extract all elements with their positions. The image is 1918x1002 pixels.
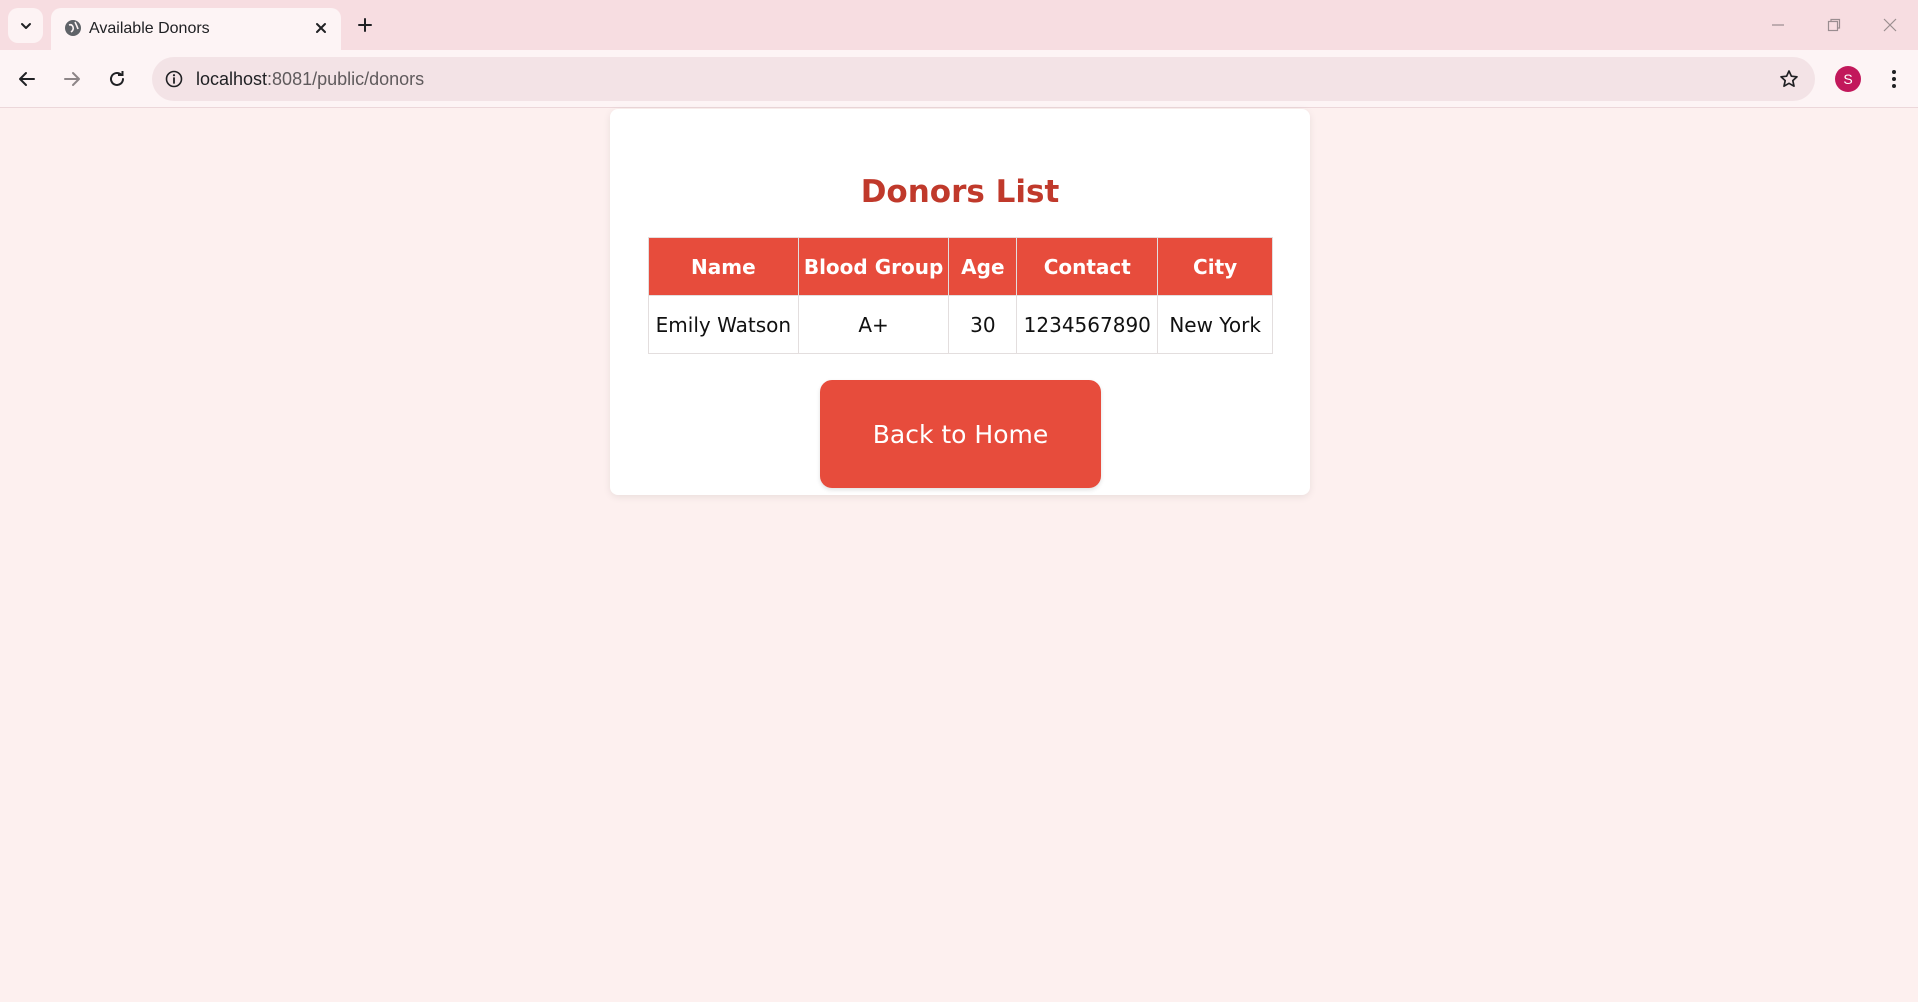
url-text[interactable]: localhost:8081/public/donors bbox=[196, 67, 424, 91]
address-bar[interactable]: localhost:8081/public/donors bbox=[152, 57, 1815, 101]
window-close-icon bbox=[1883, 18, 1897, 32]
url-host: localhost bbox=[196, 69, 268, 89]
page-viewport: Donors List Name Blood Group Age Contact… bbox=[0, 109, 1918, 1002]
back-to-home-button[interactable]: Back to Home bbox=[820, 380, 1101, 488]
restore-icon bbox=[1827, 18, 1841, 32]
window-close-button[interactable] bbox=[1870, 10, 1910, 40]
bookmark-button[interactable] bbox=[1777, 67, 1801, 91]
minimize-button[interactable] bbox=[1758, 10, 1798, 40]
cell-name: Emily Watson bbox=[648, 295, 799, 354]
site-info-button[interactable] bbox=[162, 67, 186, 91]
minimize-icon bbox=[1772, 24, 1784, 26]
browser-menu-button[interactable] bbox=[1880, 64, 1908, 94]
kebab-menu-icon bbox=[1892, 70, 1896, 88]
url-path: :8081/public/donors bbox=[267, 69, 425, 89]
profile-avatar[interactable]: S bbox=[1835, 66, 1861, 92]
close-icon bbox=[316, 23, 326, 33]
table-row: Emily Watson A+ 30 1234567890 New York bbox=[648, 295, 1273, 354]
column-header-age: Age bbox=[948, 237, 1018, 296]
column-header-blood-group: Blood Group bbox=[797, 237, 950, 296]
browser-tab-active[interactable]: Available Donors bbox=[51, 8, 341, 50]
forward-button[interactable] bbox=[55, 62, 89, 96]
new-tab-button[interactable] bbox=[350, 10, 380, 40]
plus-icon bbox=[358, 18, 372, 32]
cell-age: 30 bbox=[948, 295, 1018, 354]
reload-button[interactable] bbox=[100, 62, 134, 96]
cell-city: New York bbox=[1157, 295, 1273, 354]
donors-table: Name Blood Group Age Contact City Emily … bbox=[648, 237, 1273, 354]
cell-blood-group: A+ bbox=[797, 295, 950, 354]
restore-button[interactable] bbox=[1814, 10, 1854, 40]
back-arrow-icon bbox=[19, 72, 35, 86]
page-title: Donors List bbox=[860, 174, 1060, 210]
donors-card: Donors List Name Blood Group Age Contact… bbox=[610, 109, 1310, 495]
info-icon bbox=[165, 70, 183, 88]
column-header-contact: Contact bbox=[1016, 237, 1159, 296]
column-header-city: City bbox=[1157, 237, 1273, 296]
browser-toolbar: localhost:8081/public/donors S bbox=[0, 50, 1918, 108]
cell-contact: 1234567890 bbox=[1016, 295, 1159, 354]
reload-icon bbox=[110, 71, 124, 86]
chevron-down-icon bbox=[20, 22, 31, 29]
tab-search-button[interactable] bbox=[8, 8, 43, 43]
tab-strip: Available Donors bbox=[0, 0, 1918, 50]
forward-arrow-icon bbox=[64, 72, 80, 86]
globe-icon bbox=[65, 20, 81, 36]
back-button[interactable] bbox=[10, 62, 44, 96]
table-header-row: Name Blood Group Age Contact City bbox=[648, 237, 1273, 296]
tab-close-button[interactable] bbox=[309, 16, 333, 40]
tab-title: Available Donors bbox=[89, 20, 210, 37]
column-header-name: Name bbox=[648, 237, 799, 296]
star-icon bbox=[1780, 70, 1798, 88]
